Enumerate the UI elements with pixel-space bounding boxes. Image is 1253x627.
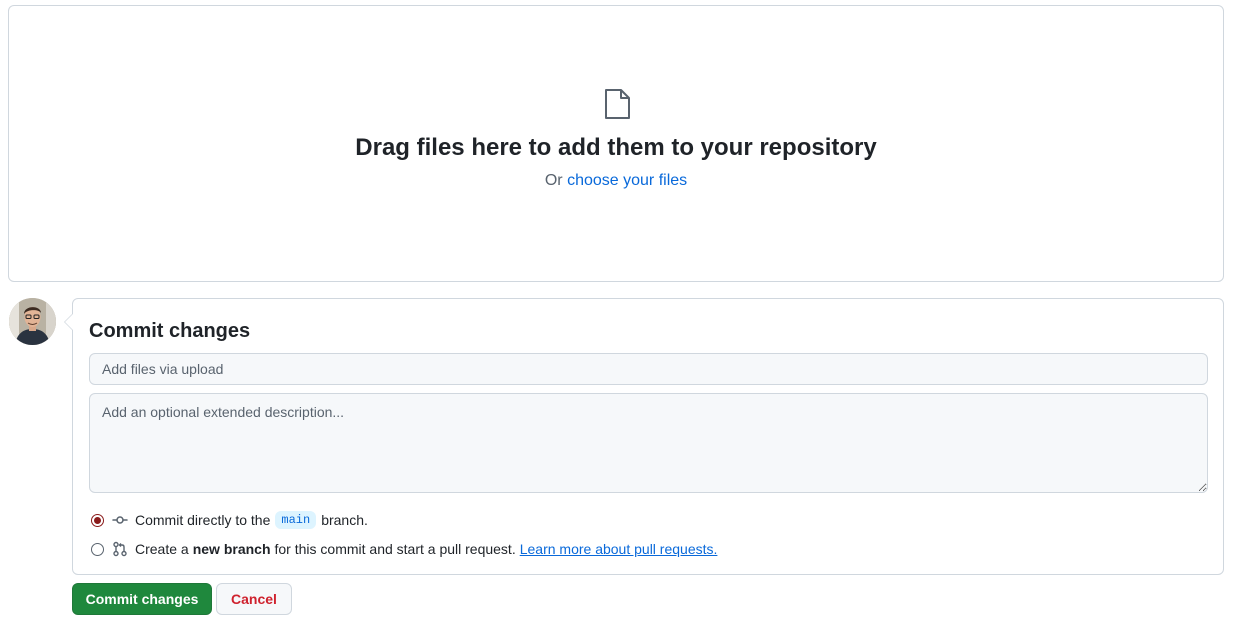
drop-zone-title: Drag files here to add them to your repo… [355, 134, 877, 161]
choose-files-link[interactable]: choose your files [567, 172, 687, 189]
commit-form-title: Commit changes [89, 320, 251, 342]
avatar-image [9, 298, 56, 345]
commit-direct-label: Commit directly to the [135, 512, 271, 528]
commit-direct-suffix: branch. [321, 512, 368, 528]
commit-form: Commit changes Commit directly to the ma… [64, 298, 1224, 575]
commit-changes-button[interactable]: Commit changes [72, 583, 212, 615]
commit-summary-input[interactable] [89, 353, 1208, 385]
commit-direct-option[interactable]: Commit directly to the main branch. [91, 510, 368, 530]
drop-zone-subtitle: Or choose your files [9, 172, 1223, 190]
git-commit-icon [112, 516, 128, 524]
comment-caret-fill [65, 314, 73, 330]
new-branch-label-suffix: for this commit and start a pull request… [274, 541, 516, 557]
file-icon [605, 89, 630, 119]
avatar [9, 298, 56, 345]
git-pull-request-icon [113, 541, 127, 557]
cancel-button[interactable]: Cancel [216, 583, 292, 615]
commit-description-textarea[interactable] [89, 393, 1208, 493]
branch-name-chip: main [275, 511, 317, 529]
new-branch-label-prefix: Create a [135, 541, 189, 557]
drop-zone-or-text: Or [544, 172, 563, 189]
learn-more-pull-requests-link[interactable]: Learn more about pull requests. [520, 541, 718, 557]
new-branch-option[interactable]: Create a new branch for this commit and … [91, 539, 717, 559]
commit-direct-radio[interactable] [91, 513, 104, 527]
file-drop-zone[interactable]: Drag files here to add them to your repo… [8, 5, 1224, 282]
new-branch-label-bold: new branch [192, 541, 271, 557]
new-branch-radio[interactable] [91, 542, 104, 556]
